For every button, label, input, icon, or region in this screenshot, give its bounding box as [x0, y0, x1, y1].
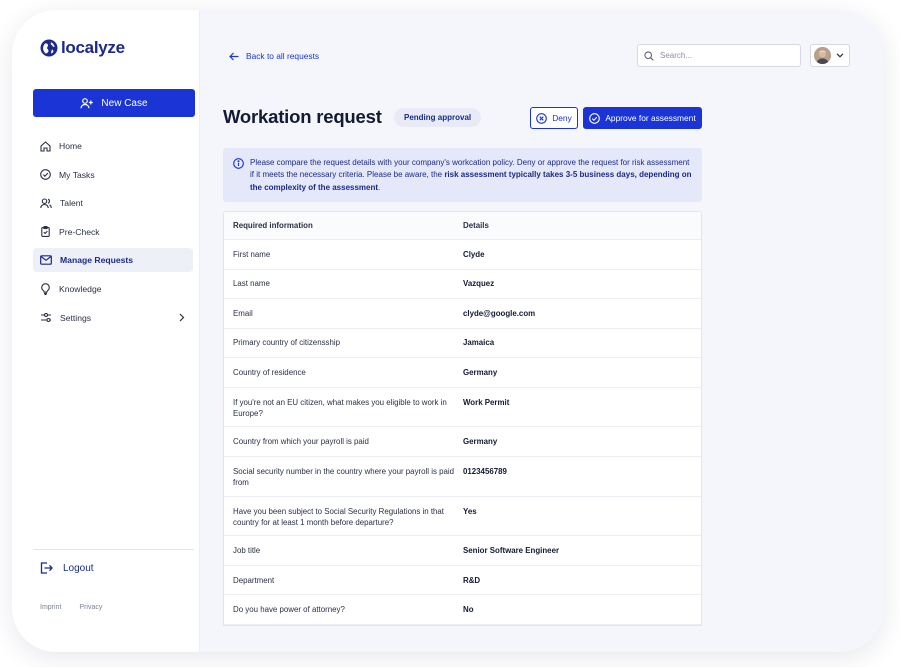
avatar [814, 47, 831, 64]
row-value: clyde@google.com [463, 308, 536, 318]
row-label: Job title [233, 546, 261, 556]
logout-icon [40, 562, 53, 574]
sidebar-item-label: Manage Requests [60, 255, 134, 266]
column-header: Required information [233, 221, 313, 230]
table-row: First name Clyde [224, 240, 701, 270]
row-value: Vazquez [463, 279, 495, 289]
row-value: Work Permit [463, 397, 510, 407]
sidebar-item-manage-requests[interactable]: Manage Requests [33, 248, 193, 273]
row-value: Senior Software Engineer [463, 546, 560, 556]
deny-label: Deny [552, 113, 572, 123]
row-label: Social security number in the country wh… [233, 466, 455, 487]
status-badge: Pending approval [394, 108, 482, 127]
row-label: First name [233, 249, 271, 259]
row-label: Last name [233, 279, 270, 289]
new-case-button[interactable]: New Case [33, 89, 195, 117]
approve-button[interactable]: Approve for assessment [583, 107, 702, 129]
table-row: Email clyde@google.com [224, 299, 701, 329]
table-row: Department R&D [224, 566, 701, 596]
app-window: localyze New Case Home My Tasks Talent P… [12, 10, 884, 652]
row-value: 0123456789 [463, 466, 507, 476]
home-icon [40, 140, 51, 152]
row-label: Country of residence [233, 367, 306, 377]
table-row: Last name Vazquez [224, 270, 701, 299]
x-circle-icon [536, 112, 548, 124]
sidebar-item-pre-check[interactable]: Pre-Check [33, 220, 193, 244]
info-text-end: . [378, 182, 381, 192]
row-label: Do you have power of attorney? [233, 605, 345, 615]
sidebar-item-label: Knowledge [59, 283, 102, 294]
table-row: Have you been subject to Social Security… [224, 497, 701, 537]
sidebar-item-talent[interactable]: Talent [33, 191, 193, 215]
sliders-icon [41, 313, 51, 323]
sidebar: localyze New Case Home My Tasks Talent P… [12, 10, 200, 652]
row-value: No [463, 605, 474, 615]
check-circle-icon [589, 112, 601, 124]
sidebar-nav: Home My Tasks Talent Pre-Check Manage Re… [33, 134, 193, 334]
row-label: If you're not an EU citizen, what makes … [233, 397, 447, 418]
row-value: Jamaica [463, 338, 495, 348]
sidebar-item-label: My Tasks [59, 169, 95, 180]
sidebar-item-home[interactable]: Home [33, 134, 193, 158]
table-row: Social security number in the country wh… [224, 457, 701, 497]
table-row: Job title Senior Software Engineer [224, 536, 701, 566]
row-value: R&D [463, 575, 481, 585]
clipboard-icon [41, 226, 50, 238]
sidebar-item-label: Pre-Check [59, 226, 100, 237]
back-label: Back to all requests [246, 51, 320, 61]
row-label: Primary country of citizensship [233, 338, 340, 348]
row-value: Germany [463, 437, 498, 447]
table-row: Primary country of citizensship Jamaica [224, 329, 701, 358]
check-circle-icon [40, 169, 51, 180]
deny-button[interactable]: Deny [530, 107, 578, 129]
sidebar-item-label: Settings [60, 312, 92, 323]
table-row: Do you have power of attorney? No [224, 595, 701, 625]
table-header: Required information Details [224, 212, 701, 240]
table-row: If you're not an EU citizen, what makes … [224, 388, 701, 428]
globe-logo-icon [40, 39, 58, 57]
footer-links: Imprint Privacy [40, 604, 102, 611]
request-details-table: Required information Details First name … [223, 211, 702, 626]
brand-name: localyze [61, 38, 125, 57]
row-label: Email [233, 308, 253, 318]
users-icon [40, 198, 52, 208]
search-input[interactable] [660, 51, 790, 60]
new-case-label: New Case [101, 97, 148, 109]
row-label: Country from which your payroll is paid [233, 437, 369, 447]
row-value: Clyde [463, 249, 485, 259]
sidebar-item-label: Talent [60, 198, 83, 209]
mail-icon [40, 255, 52, 266]
add-user-icon [80, 97, 94, 108]
row-label: Have you been subject to Social Security… [233, 506, 444, 527]
sidebar-item-knowledge[interactable]: Knowledge [33, 277, 193, 301]
privacy-link[interactable]: Privacy [79, 604, 102, 611]
info-banner: Please compare the request details with … [223, 148, 702, 202]
page-title: Workation request [223, 106, 382, 127]
search-box[interactable] [637, 44, 801, 67]
brand-logo[interactable]: localyze [40, 38, 125, 58]
table-row: Country from which your payroll is paid … [224, 427, 701, 457]
profile-menu[interactable] [810, 44, 850, 67]
row-value: Germany [463, 367, 498, 377]
row-value: Yes [463, 506, 477, 516]
sidebar-item-settings[interactable]: Settings [33, 306, 193, 330]
sidebar-item-label: Home [59, 141, 82, 151]
lightbulb-icon [41, 283, 50, 295]
logout-label: Logout [63, 562, 94, 574]
logout-button[interactable]: Logout [40, 562, 94, 574]
sidebar-item-my-tasks[interactable]: My Tasks [33, 163, 193, 187]
chevron-right-icon [179, 313, 185, 321]
row-label: Department [233, 575, 275, 585]
back-to-requests-link[interactable]: Back to all requests [229, 51, 319, 61]
sidebar-divider [33, 549, 194, 550]
chevron-down-icon [836, 53, 844, 58]
imprint-link[interactable]: Imprint [40, 604, 61, 611]
search-icon [644, 50, 654, 61]
column-header: Details [463, 221, 489, 230]
info-icon [233, 158, 244, 169]
arrow-left-icon [229, 52, 239, 60]
table-row: Country of residence Germany [224, 358, 701, 388]
approve-label: Approve for assessment [605, 113, 696, 123]
